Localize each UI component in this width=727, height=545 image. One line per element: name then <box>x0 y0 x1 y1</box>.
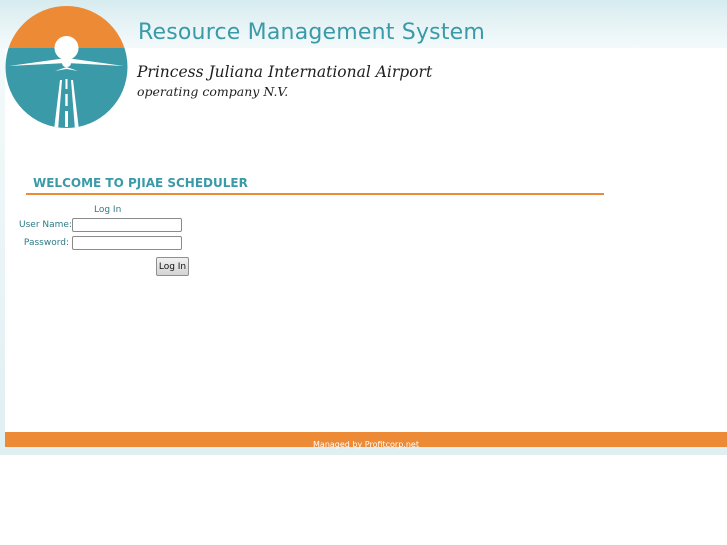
username-input[interactable] <box>72 218 182 232</box>
airport-logo-icon <box>5 6 128 128</box>
username-label: User Name: <box>19 220 72 230</box>
heading-divider <box>26 193 604 195</box>
login-title: Log In <box>94 205 122 215</box>
system-title: Resource Management System <box>138 20 486 45</box>
footer-text: Managed by Profitcorp.net <box>313 440 419 449</box>
password-label: Password: <box>23 238 69 248</box>
footer-bar: Managed by Profitcorp.net <box>5 432 727 449</box>
welcome-heading: WELCOME TO PJIAE SCHEDULER <box>33 176 248 190</box>
company-line: operating company N.V. <box>137 84 289 99</box>
password-input[interactable] <box>72 236 182 250</box>
airport-name: Princess Juliana International Airport <box>137 63 433 81</box>
login-button[interactable]: Log In <box>156 257 189 276</box>
